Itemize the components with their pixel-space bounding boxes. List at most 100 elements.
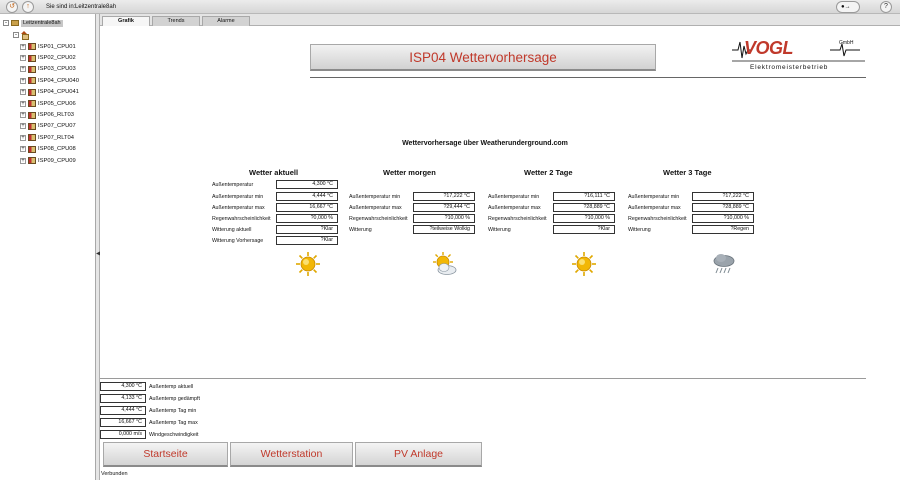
expand-icon[interactable]: + bbox=[20, 157, 26, 164]
value-field: ?10,000 % bbox=[413, 214, 475, 223]
tree-home[interactable]: - bbox=[13, 31, 29, 40]
row-label: Außentemperatur min bbox=[628, 194, 680, 200]
pv-anlage-button[interactable]: PV Anlage bbox=[355, 442, 482, 467]
rain-cloud-icon bbox=[713, 254, 735, 274]
forecast-source-title: Wettervorhersage über Weatherunderground… bbox=[402, 140, 568, 147]
wetterstation-button[interactable]: Wetterstation bbox=[230, 442, 353, 467]
row-label: Witterung Vorhersage bbox=[212, 238, 264, 244]
row-label: Außentemperatur max bbox=[212, 205, 265, 211]
sidebar-item-isp06-rlt03[interactable]: + ISP06_RLT03 bbox=[20, 109, 79, 120]
station-label: Außentemp gedämpft bbox=[149, 396, 200, 402]
sidebar-item-isp01-cpu01[interactable]: + ISP01_CPU01 bbox=[20, 41, 79, 52]
tab-alarme[interactable]: Alarme bbox=[202, 16, 250, 26]
plc-icon bbox=[28, 111, 36, 119]
row-label: Witterung aktuell bbox=[212, 227, 252, 233]
logo-gmbh: GmbH bbox=[839, 40, 854, 46]
station-value-daymin: 4,444 °C bbox=[100, 406, 146, 415]
expand-icon[interactable]: + bbox=[20, 43, 26, 50]
value-field: ?Klar bbox=[276, 236, 338, 245]
row-label: Außentemperatur min bbox=[488, 194, 540, 200]
location-value: Leitzentrale8ah bbox=[75, 4, 117, 10]
house-icon bbox=[21, 31, 29, 40]
expand-icon[interactable]: + bbox=[20, 134, 26, 141]
station-icon bbox=[11, 20, 19, 26]
value-field: ?17,222 °C bbox=[413, 192, 475, 201]
expand-icon[interactable]: + bbox=[20, 123, 26, 130]
station-value-current: 4,300 °C bbox=[100, 382, 146, 391]
main-panel bbox=[100, 26, 866, 378]
sidebar-item-isp04-cpu041[interactable]: + ISP04_CPU041 bbox=[20, 87, 79, 98]
startseite-button[interactable]: Startseite bbox=[103, 442, 228, 467]
value-field: ?17,222 °C bbox=[692, 192, 754, 201]
connection-status: Verbunden bbox=[101, 471, 128, 477]
back-icon[interactable]: ↺ bbox=[6, 1, 18, 13]
plc-icon bbox=[28, 134, 36, 142]
value-field: ?Klar bbox=[276, 225, 338, 234]
row-label: Witterung bbox=[349, 227, 372, 233]
sidebar-item-isp07-rlt04[interactable]: + ISP07_RLT04 bbox=[20, 132, 79, 143]
logo-subtitle: Elektromeisterbetrieb bbox=[750, 64, 829, 71]
expand-icon[interactable]: + bbox=[20, 89, 26, 96]
expand-icon[interactable]: + bbox=[20, 66, 26, 73]
station-panel: 4,300 °C Außentemp aktuell 4,133 °C Auße… bbox=[100, 378, 866, 480]
tab-trends[interactable]: Trends bbox=[152, 16, 200, 26]
value-field: 16,667 °C bbox=[276, 203, 338, 212]
row-label: Außentemperatur min bbox=[349, 194, 401, 200]
expand-icon[interactable]: + bbox=[20, 112, 26, 119]
column-title-current: Wetter aktuell bbox=[249, 168, 299, 177]
tab-grafik[interactable]: Grafik bbox=[102, 16, 150, 26]
value-field: ?Klar bbox=[553, 225, 615, 234]
plc-icon bbox=[28, 54, 36, 62]
row-label: Außentemperatur min bbox=[212, 194, 264, 200]
sidebar-item-isp07-cpu07[interactable]: + ISP07_CPU07 bbox=[20, 121, 79, 132]
logo-text: VOGL bbox=[744, 38, 794, 58]
title-divider bbox=[310, 77, 866, 78]
sidebar-tree: - Leitzentrale8ah - + ISP01_CPU01 + ISP02_… bbox=[0, 14, 96, 480]
row-label: Außentemperatur max bbox=[628, 205, 681, 211]
plc-icon bbox=[28, 100, 36, 108]
station-label: Außentemp Tag min bbox=[149, 408, 197, 414]
station-value-daymax: 16,667 °C bbox=[100, 418, 146, 427]
sidebar-item-isp03-cpu03[interactable]: + ISP03_CPU03 bbox=[20, 64, 79, 75]
sidebar-item-isp05-cpu06[interactable]: + ISP05_CPU06 bbox=[20, 98, 79, 109]
top-bar: ↺ ↑ Sie sind in: Leitzentrale8ah ●→ ? bbox=[0, 0, 900, 14]
tab-bar: Grafik Trends Alarme bbox=[100, 14, 900, 26]
tree-root-label[interactable]: Leitzentrale8ah bbox=[21, 19, 63, 27]
expand-icon[interactable]: + bbox=[20, 100, 26, 107]
sun-icon bbox=[296, 252, 320, 276]
location-label: Sie sind in: bbox=[46, 4, 76, 10]
column-title-day2: Wetter 2 Tage bbox=[524, 168, 573, 177]
page-title: ISP04 Wettervorhersage bbox=[310, 44, 656, 71]
sidebar-item-isp09-cpu09[interactable]: + ISP09_CPU09 bbox=[20, 155, 79, 166]
value-field: ?teilweise Wolkig bbox=[413, 225, 475, 234]
value-field: ?29,444 °C bbox=[413, 203, 475, 212]
plc-icon bbox=[28, 65, 36, 73]
expand-icon[interactable]: + bbox=[20, 55, 26, 62]
sidebar-item-isp04-cpu040[interactable]: + ISP04_CPU040 bbox=[20, 75, 79, 86]
plc-icon bbox=[28, 157, 36, 165]
plc-icon bbox=[28, 88, 36, 96]
partly-cloudy-icon bbox=[433, 252, 457, 275]
collapse-icon[interactable]: - bbox=[13, 31, 19, 38]
sidebar-item-isp02-cpu02[interactable]: + ISP02_CPU02 bbox=[20, 52, 79, 63]
sun-icon bbox=[572, 252, 596, 276]
help-icon[interactable]: ? bbox=[880, 1, 892, 13]
row-label: Regenwahrscheinlichkeit bbox=[212, 216, 271, 222]
tree-list: + ISP01_CPU01 + ISP02_CPU02 + ISP03_CPU03 +… bbox=[20, 41, 79, 166]
value-field: 4,300 °C bbox=[276, 180, 338, 189]
value-field: ?10,000 % bbox=[553, 214, 615, 223]
up-icon[interactable]: ↑ bbox=[22, 1, 34, 13]
expand-icon[interactable]: + bbox=[20, 146, 26, 153]
tools-icon[interactable]: ●→ bbox=[836, 1, 860, 13]
collapse-icon[interactable]: - bbox=[3, 20, 9, 26]
column-title-day3: Wetter 3 Tage bbox=[663, 168, 712, 177]
column-title-tomorrow: Wetter morgen bbox=[383, 168, 436, 177]
row-label: Regenwahrscheinlichkeit bbox=[488, 216, 547, 222]
station-label: Außentemp aktuell bbox=[149, 384, 194, 390]
expand-icon[interactable]: + bbox=[20, 77, 26, 84]
station-value-damped: 4,133 °C bbox=[100, 394, 146, 403]
tree-root[interactable]: - Leitzentrale8ah bbox=[3, 19, 63, 27]
row-label: Regenwahrscheinlichkeit bbox=[628, 216, 687, 222]
sidebar-item-isp08-cpu08[interactable]: + ISP08_CPU08 bbox=[20, 144, 79, 155]
row-label: Außentemperatur bbox=[212, 182, 254, 188]
